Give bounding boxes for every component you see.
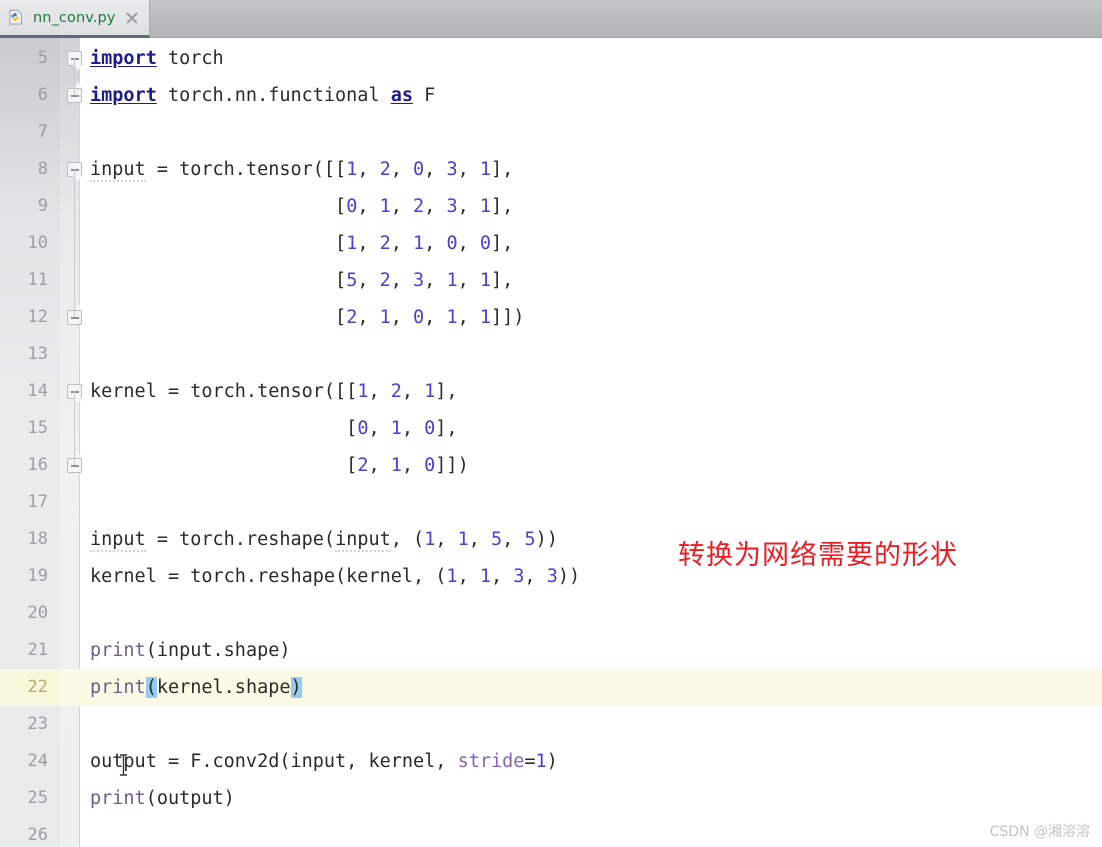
code-line[interactable]: print(output) <box>60 780 1102 817</box>
line-number: 7 <box>37 122 48 142</box>
line-number: 5 <box>37 48 48 68</box>
gutter-row[interactable]: 9 <box>0 188 60 225</box>
code-line[interactable]: [2, 1, 0]]) <box>60 447 1102 484</box>
gutter-row[interactable]: 10 <box>0 225 60 262</box>
line-number: 21 <box>27 640 48 660</box>
line-number: 22 <box>27 677 48 697</box>
gutter-row[interactable]: 24 <box>0 743 60 780</box>
code-text: [2, 1, 0]]) <box>90 455 469 476</box>
line-number: 9 <box>37 196 48 216</box>
code-text: [0, 1, 0], <box>90 418 458 439</box>
line-number: 6 <box>37 85 48 105</box>
gutter-row[interactable]: 22 <box>0 669 60 706</box>
gutter-row[interactable]: 16 <box>0 447 60 484</box>
line-number: 13 <box>27 344 48 364</box>
close-icon[interactable] <box>125 11 139 25</box>
gutter-row[interactable]: 6 <box>0 77 60 114</box>
code-line[interactable]: print(kernel.shape) <box>60 669 1102 706</box>
gutter-row[interactable]: 13 <box>0 336 60 373</box>
editor-window: nn_conv.py 5 import torch 6 import torch.nn… <box>0 0 1102 847</box>
code-text: output = F.conv2d(input, kernel, stride=… <box>90 751 558 772</box>
code-line[interactable]: [5, 2, 3, 1, 1], <box>60 262 1102 299</box>
watermark-csdn: CSDN @湘溶溶 <box>989 824 1090 840</box>
fold-region-line <box>73 58 75 95</box>
code-text: kernel = torch.tensor([[1, 2, 1], <box>90 381 458 402</box>
code-text: print(output) <box>90 788 235 809</box>
editor-tab-label: nn_conv.py <box>33 9 116 26</box>
code-text: print(input.shape) <box>90 640 291 661</box>
code-line[interactable] <box>60 114 1102 151</box>
annotation-text: 转换为网络需要的形状 <box>678 540 958 571</box>
line-number: 16 <box>27 455 48 475</box>
line-number: 19 <box>27 566 48 586</box>
fold-region-line <box>73 391 75 465</box>
gutter-row[interactable]: 11 <box>0 262 60 299</box>
gutter-row[interactable]: 12 <box>0 299 60 336</box>
gutter-row[interactable]: 26 <box>0 817 60 847</box>
gutter-row[interactable]: 15 <box>0 410 60 447</box>
code-line[interactable]: import torch.nn.functional as F <box>60 77 1102 114</box>
code-line[interactable]: output = F.conv2d(input, kernel, stride=… <box>60 743 1102 780</box>
code-line[interactable]: [1, 2, 1, 0, 0], <box>60 225 1102 262</box>
line-number: 8 <box>37 159 48 179</box>
code-text: input = torch.tensor([[1, 2, 0, 3, 1], <box>90 159 514 182</box>
code-text: kernel = torch.reshape(kernel, (1, 1, 3,… <box>90 566 581 587</box>
code-text: import torch <box>90 48 224 69</box>
code-line[interactable]: kernel = torch.tensor([[1, 2, 1], <box>60 373 1102 410</box>
code-text: import torch.nn.functional as F <box>90 85 436 106</box>
code-text: print(kernel.shape) <box>90 677 302 698</box>
line-number: 20 <box>27 603 48 623</box>
line-number: 17 <box>27 492 48 512</box>
code-line[interactable]: [0, 1, 2, 3, 1], <box>60 188 1102 225</box>
python-file-icon <box>9 8 26 26</box>
code-text: [2, 1, 0, 1, 1]]) <box>90 307 525 328</box>
line-number: 26 <box>27 825 48 845</box>
code-line[interactable] <box>60 336 1102 373</box>
line-number: 15 <box>27 418 48 438</box>
gutter-row[interactable]: 8 <box>0 151 60 188</box>
gutter-row[interactable]: 7 <box>0 114 60 151</box>
code-line[interactable]: [2, 1, 0, 1, 1]]) <box>60 299 1102 336</box>
code-line[interactable]: print(input.shape) <box>60 632 1102 669</box>
line-number: 14 <box>27 381 48 401</box>
editor-tab-nn-conv-py[interactable]: nn_conv.py <box>0 0 150 38</box>
code-line[interactable]: [0, 1, 0], <box>60 410 1102 447</box>
code-text: [0, 1, 2, 3, 1], <box>90 196 514 217</box>
gutter-row[interactable]: 5 <box>0 40 60 77</box>
code-line[interactable] <box>60 817 1102 847</box>
fold-region-line <box>73 169 75 317</box>
gutter-row[interactable]: 19 <box>0 558 60 595</box>
code-text: [5, 2, 3, 1, 1], <box>90 270 514 291</box>
code-line[interactable] <box>60 706 1102 743</box>
gutter-row[interactable]: 23 <box>0 706 60 743</box>
line-number: 24 <box>27 751 48 771</box>
gutter-row[interactable]: 21 <box>0 632 60 669</box>
code-line[interactable]: import torch <box>60 40 1102 77</box>
line-number: 10 <box>27 233 48 253</box>
gutter-row[interactable]: 14 <box>0 373 60 410</box>
gutter-row[interactable]: 20 <box>0 595 60 632</box>
code-text: [1, 2, 1, 0, 0], <box>90 233 514 254</box>
code-text: input = torch.reshape(input, (1, 1, 5, 5… <box>90 529 558 552</box>
line-number: 12 <box>27 307 48 327</box>
code-line[interactable] <box>60 595 1102 632</box>
code-editor[interactable]: 5 import torch 6 import torch.nn.functional… <box>0 38 1102 847</box>
line-number: 18 <box>27 529 48 549</box>
gutter-row[interactable]: 18 <box>0 521 60 558</box>
gutter-row[interactable]: 17 <box>0 484 60 521</box>
line-number: 25 <box>27 788 48 808</box>
code-line[interactable] <box>60 484 1102 521</box>
code-line[interactable]: input = torch.tensor([[1, 2, 0, 3, 1], <box>60 151 1102 188</box>
editor-tab-bar: nn_conv.py <box>0 0 1102 38</box>
gutter-row[interactable]: 25 <box>0 780 60 817</box>
line-number: 11 <box>27 270 48 290</box>
line-number: 23 <box>27 714 48 734</box>
